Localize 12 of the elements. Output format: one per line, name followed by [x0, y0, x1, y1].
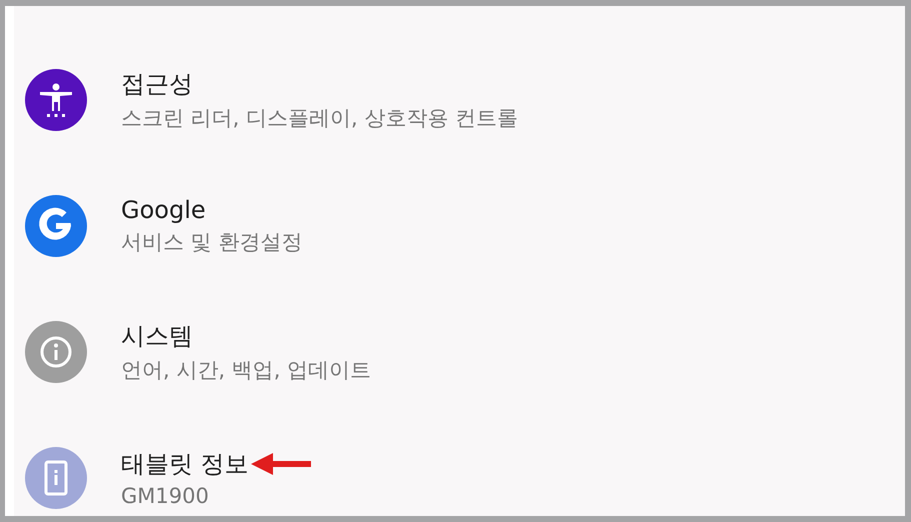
- item-title: Google: [121, 196, 206, 224]
- item-title: 접근성: [121, 69, 193, 100]
- item-subtitle: 서비스 및 환경설정: [121, 229, 302, 256]
- settings-item[interactable]: Google 서비스 및 환경설정: [14, 163, 905, 289]
- item-subtitle: 언어, 시간, 백업, 업데이트: [121, 357, 372, 384]
- item-title: 시스템: [121, 321, 193, 352]
- item-subtitle: 스크린 리더, 디스플레이, 상호작용 컨트롤: [121, 105, 518, 132]
- settings-item[interactable]: 태블릿 정보 GM1900: [14, 415, 905, 516]
- settings-item[interactable]: 접근성 스크린 리더, 디스플레이, 상호작용 컨트롤: [14, 37, 905, 163]
- item-subtitle: GM1900: [121, 484, 210, 508]
- settings-item[interactable]: 시스템 언어, 시간, 백업, 업데이트: [14, 289, 905, 415]
- item-title: 태블릿 정보: [121, 449, 249, 480]
